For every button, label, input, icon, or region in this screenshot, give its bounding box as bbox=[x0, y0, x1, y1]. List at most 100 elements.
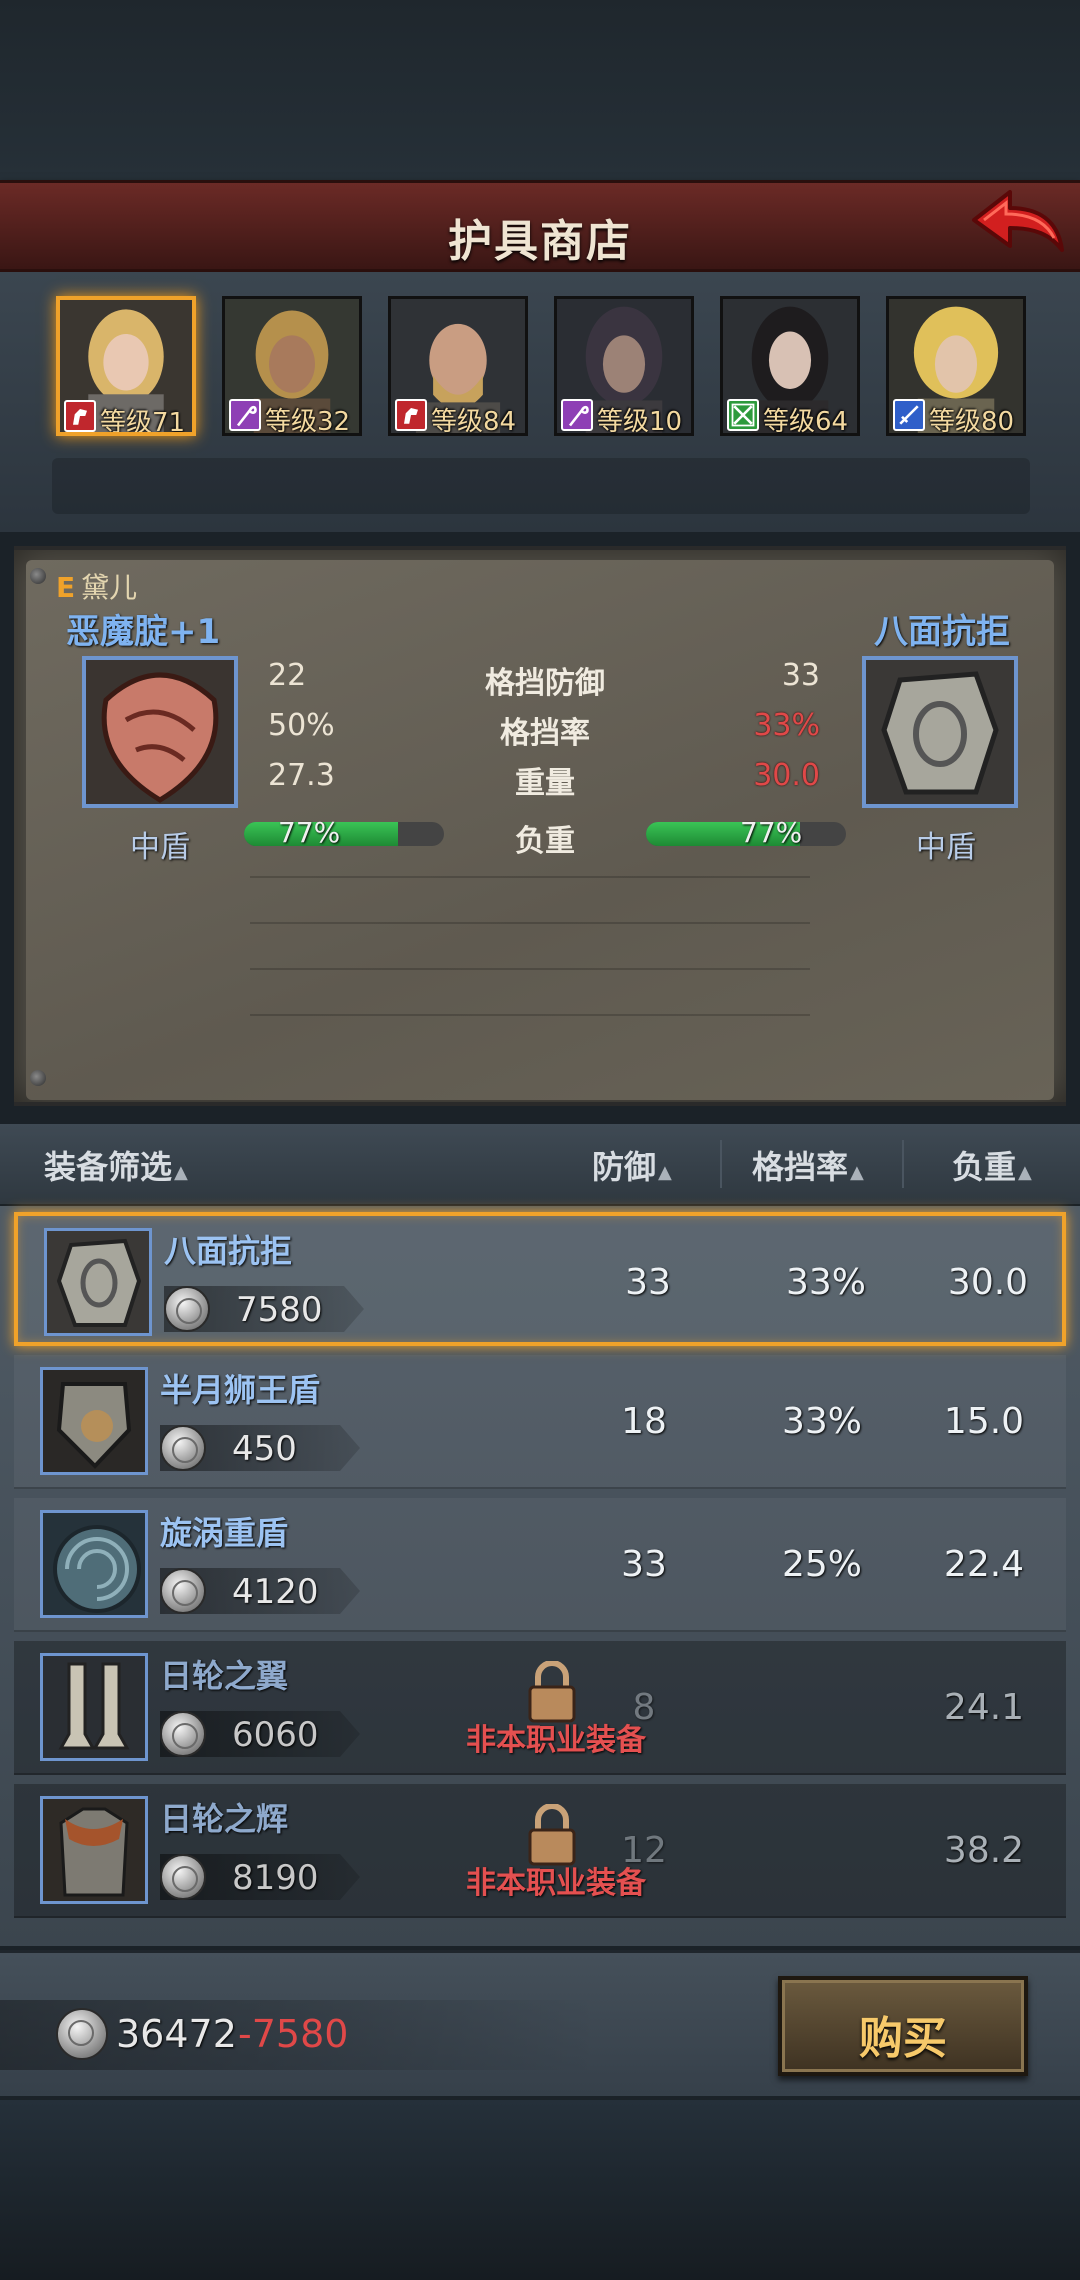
item-thumbnail bbox=[40, 1367, 148, 1475]
back-arrow-icon[interactable] bbox=[966, 186, 1066, 266]
item-defense: 33 bbox=[621, 1544, 667, 1585]
candidate-block-rate: 33% bbox=[753, 708, 820, 743]
item-name: 半月狮王盾 bbox=[160, 1371, 321, 1409]
candidate-block-defense: 33 bbox=[781, 658, 820, 693]
load-header-label: 负重 bbox=[952, 1148, 1017, 1186]
demon-shield-icon bbox=[86, 660, 234, 804]
triangle-up-icon: ▲ bbox=[850, 1162, 864, 1183]
label-block-defense: 格挡防御 bbox=[485, 666, 605, 701]
candidate-equip-type: 中盾 bbox=[916, 830, 976, 865]
hero-card-3[interactable]: 等级84 bbox=[388, 296, 528, 436]
crossed-swords-icon bbox=[727, 399, 759, 431]
divider bbox=[250, 1014, 810, 1016]
current-block-defense: 22 bbox=[268, 658, 307, 693]
candidate-equip-image bbox=[862, 656, 1018, 808]
item-defense: 18 bbox=[621, 1401, 667, 1442]
item-thumbnail bbox=[40, 1510, 148, 1618]
buy-button-label: 购买 bbox=[859, 2013, 947, 2064]
load-header[interactable]: 负重 ▲ bbox=[952, 1142, 1032, 1188]
swirl-shield-icon bbox=[43, 1513, 145, 1615]
header-divider bbox=[720, 1140, 722, 1188]
block-rate-header-label: 格挡率 bbox=[752, 1148, 849, 1186]
item-price: 6060 bbox=[232, 1715, 319, 1755]
silver-coin-icon bbox=[160, 1854, 206, 1900]
octagon-shield-icon bbox=[47, 1231, 149, 1333]
hero-card-1[interactable]: 等级71 bbox=[56, 296, 196, 436]
hero-card-2[interactable]: 等级32 bbox=[222, 296, 362, 436]
silver-coin-icon bbox=[164, 1286, 210, 1332]
item-load: 30.0 bbox=[947, 1262, 1029, 1303]
list-item-locked[interactable]: 日轮之辉 8190 12 38.2 非本职业装备 bbox=[14, 1784, 1066, 1918]
item-load: 15.0 bbox=[943, 1401, 1025, 1442]
item-name: 旋涡重盾 bbox=[160, 1514, 289, 1552]
horse-icon bbox=[395, 399, 427, 431]
list-item-locked[interactable]: 日轮之翼 6060 8 24.1 非本职业装备 bbox=[14, 1641, 1066, 1775]
silver-coin-icon bbox=[56, 2008, 108, 2060]
lion-shield-icon bbox=[43, 1370, 145, 1472]
title-bar: 护具商店 bbox=[0, 180, 1080, 272]
page-title: 护具商店 bbox=[448, 216, 632, 267]
filter-header[interactable]: 装备筛选 ▲ bbox=[44, 1142, 188, 1188]
item-name: 日轮之辉 bbox=[160, 1800, 289, 1838]
padlock-icon bbox=[528, 1804, 576, 1866]
chainmail-armor-icon bbox=[43, 1799, 145, 1901]
hero-card-5[interactable]: 等级64 bbox=[720, 296, 860, 436]
rivet-icon bbox=[30, 568, 46, 584]
label-load: 负重 bbox=[515, 824, 575, 859]
item-price: 8190 bbox=[232, 1858, 319, 1898]
candidate-equip-name: 八面抗拒 bbox=[874, 612, 1010, 652]
purchase-cost: -7580 bbox=[238, 2012, 349, 2056]
hero-level: 等级84 bbox=[431, 407, 517, 436]
current-block-rate: 50% bbox=[268, 708, 335, 743]
list-item[interactable]: 八面抗拒 7580 33 33% 30.0 bbox=[14, 1212, 1066, 1346]
rivet-icon bbox=[30, 1070, 46, 1086]
hero-level: 等级71 bbox=[100, 408, 186, 436]
list-item[interactable]: 旋涡重盾 4120 33 25% 22.4 bbox=[14, 1498, 1066, 1632]
current-equip-type: 中盾 bbox=[130, 830, 190, 865]
owner-rank: E bbox=[56, 571, 76, 604]
hero-card-4[interactable]: 等级10 bbox=[554, 296, 694, 436]
item-price: 450 bbox=[232, 1429, 297, 1469]
hero-level: 等级32 bbox=[265, 407, 351, 436]
list-item[interactable]: 半月狮王盾 450 18 33% 15.0 bbox=[14, 1355, 1066, 1489]
divider bbox=[250, 968, 810, 970]
defense-header-label: 防御 bbox=[592, 1148, 657, 1186]
greaves-icon bbox=[43, 1656, 145, 1758]
silver-coin-icon bbox=[160, 1711, 206, 1757]
octagon-shield-icon bbox=[866, 660, 1014, 804]
item-defense: 33 bbox=[625, 1262, 671, 1303]
label-block-rate: 格挡率 bbox=[500, 716, 590, 751]
defense-header[interactable]: 防御 ▲ bbox=[592, 1142, 672, 1188]
horse-icon bbox=[64, 400, 96, 432]
current-load-value: 77% bbox=[278, 816, 341, 849]
hero-level: 等级10 bbox=[597, 407, 683, 436]
item-load: 22.4 bbox=[943, 1544, 1025, 1585]
hero-info-bar bbox=[52, 458, 1030, 514]
class-lock: 非本职业装备 bbox=[466, 1655, 666, 1759]
lock-reason: 非本职业装备 bbox=[466, 1723, 646, 1758]
equipped-owner: E 黛儿 bbox=[56, 566, 137, 606]
hero-card-6[interactable]: 等级80 bbox=[886, 296, 1026, 436]
silver-coin-icon bbox=[160, 1425, 206, 1471]
candidate-weight: 30.0 bbox=[753, 758, 820, 793]
item-thumbnail bbox=[40, 1796, 148, 1904]
hero-level: 等级80 bbox=[929, 407, 1015, 436]
buy-button[interactable]: 购买 bbox=[778, 1976, 1028, 2076]
item-load: 24.1 bbox=[943, 1687, 1025, 1728]
staff-icon bbox=[229, 399, 261, 431]
owner-name: 黛儿 bbox=[81, 571, 138, 604]
item-block-rate: 33% bbox=[785, 1262, 866, 1303]
sword-icon bbox=[893, 399, 925, 431]
item-block-rate: 33% bbox=[781, 1401, 862, 1442]
divider bbox=[250, 876, 810, 878]
hero-level: 等级64 bbox=[763, 407, 849, 436]
current-weight: 27.3 bbox=[268, 758, 335, 793]
staff-icon bbox=[561, 399, 593, 431]
current-equip-image bbox=[82, 656, 238, 808]
item-thumbnail bbox=[44, 1228, 152, 1336]
block-rate-header[interactable]: 格挡率 ▲ bbox=[752, 1142, 864, 1188]
item-price: 7580 bbox=[236, 1290, 323, 1330]
item-price: 4120 bbox=[232, 1572, 319, 1612]
current-equip-name: 恶魔腚+1 bbox=[66, 612, 221, 652]
item-load: 38.2 bbox=[943, 1830, 1025, 1871]
